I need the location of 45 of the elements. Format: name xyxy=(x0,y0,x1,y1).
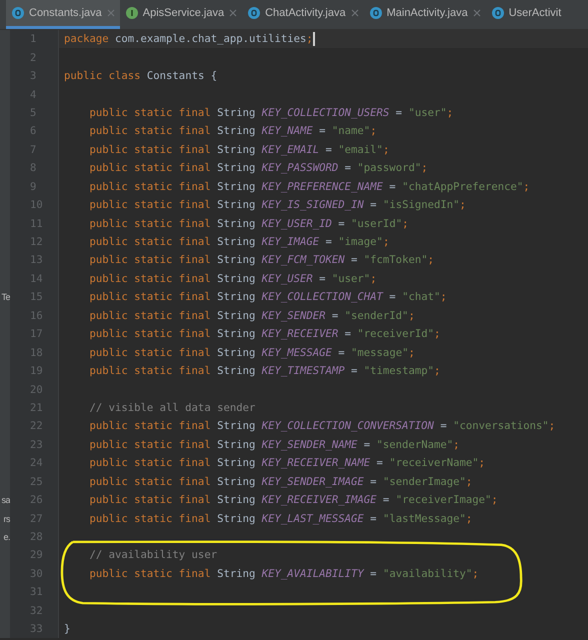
close-icon[interactable] xyxy=(229,9,238,17)
close-icon[interactable] xyxy=(472,9,481,17)
code-line: public static final String KEY_SENDER = "senderId"; xyxy=(88,310,415,322)
code-line: public static final String KEY_RECEIVER = "receiverId"; xyxy=(88,328,440,340)
class-icon xyxy=(248,7,260,19)
code-line: public static final String KEY_PREFERENCE_NAME = "chatAppPreference"; xyxy=(88,180,530,193)
code-line: public static final String KEY_LAST_MESSAGE = "lastMessage"; xyxy=(88,512,472,525)
file-tab[interactable]: MainActivity.java xyxy=(364,0,486,29)
code-line: public static final String KEY_NAME = "name"; xyxy=(88,125,377,138)
file-tab[interactable]: ApisService.java xyxy=(120,0,242,29)
code-line: public static final String KEY_AVAILABILITY = "availability"; xyxy=(88,568,479,580)
panel-text: e. xyxy=(3,532,10,542)
code-line: // availability user xyxy=(88,549,218,562)
file-tab[interactable]: Constants.java xyxy=(6,0,120,29)
code-line: public static final String KEY_IMAGE = "image"; xyxy=(88,236,390,248)
close-icon[interactable] xyxy=(106,9,115,17)
file-tab[interactable]: UserActivit xyxy=(486,0,566,29)
panel-text: rs xyxy=(4,514,10,524)
code-line: public static final String KEY_COLLECTION_CHAT = "chat"; xyxy=(88,291,447,304)
class-icon xyxy=(492,7,504,19)
code-line: public static final String KEY_COLLECTION_CONVERSATION = "conversations"; xyxy=(88,420,556,432)
panel-text: Te xyxy=(1,292,10,302)
class-icon xyxy=(12,7,24,19)
panel-text: sa xyxy=(1,495,10,506)
code-line: public static final String KEY_IS_SIGNED_IN = "isSignedIn"; xyxy=(88,199,466,212)
code-line: package com.example.chat_app.utilities; xyxy=(64,33,313,46)
code-line: public static final String KEY_FCM_TOKEN = "fcmToken"; xyxy=(88,254,434,266)
code-line: public static final String KEY_RECEIVER_NAME = "receiverName"; xyxy=(88,457,485,470)
code-line: public static final String KEY_USER_ID = "userId"; xyxy=(88,218,408,230)
code-line: public static final String KEY_SENDER_NAME = "senderName"; xyxy=(88,438,460,451)
code-line: public static final String KEY_RECEIVER_IMAGE = "receiverImage"; xyxy=(88,494,498,506)
code-line: public static final String KEY_COLLECTION_USERS = "user"; xyxy=(88,106,454,119)
code-line: public static final String KEY_SENDER_IMAGE = "senderImage"; xyxy=(88,476,472,488)
file-tab[interactable]: ChatActivity.java xyxy=(242,0,364,29)
code-line: // visible all data sender xyxy=(88,402,256,414)
code-line: public static final String KEY_TIMESTAMP = "timestamp"; xyxy=(88,365,440,378)
code-line: public static final String KEY_PASSWORD = "password"; xyxy=(88,162,428,174)
code-line: public static final String KEY_USER = "user"; xyxy=(88,272,377,285)
class-icon xyxy=(370,7,382,19)
code-line: public static final String KEY_EMAIL = "email"; xyxy=(88,144,390,156)
code-line: public class Constants { xyxy=(64,70,218,82)
code-line: public static final String KEY_MESSAGE = "message"; xyxy=(88,346,415,359)
interface-icon xyxy=(126,7,138,19)
code-line: } xyxy=(64,623,70,636)
close-icon[interactable] xyxy=(350,9,359,17)
